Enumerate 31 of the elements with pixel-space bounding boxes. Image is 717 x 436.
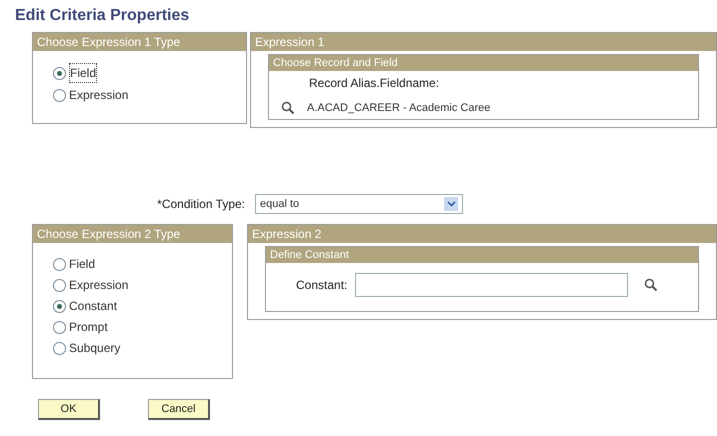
search-icon[interactable] bbox=[644, 278, 658, 292]
radio-label: Constant bbox=[69, 298, 118, 315]
constant-input[interactable] bbox=[355, 273, 628, 297]
radio-button[interactable] bbox=[53, 278, 66, 292]
radio-button[interactable] bbox=[53, 300, 66, 312]
field-value: A.ACAD_CAREER - Academic Caree bbox=[307, 101, 490, 116]
field-label: Record Alias.Fieldname: bbox=[308, 75, 440, 92]
radio-button[interactable] bbox=[53, 66, 66, 80]
dialog-button[interactable]: OK bbox=[38, 399, 100, 420]
dialog-button[interactable]: Cancel bbox=[148, 399, 210, 420]
radio-label: Prompt bbox=[69, 319, 108, 336]
group-header: Choose Expression 1 Type bbox=[33, 33, 246, 51]
group-header: Choose Record and Field bbox=[269, 55, 698, 71]
group-header: Expression 1 bbox=[251, 33, 716, 51]
radio-label: Field bbox=[69, 256, 96, 273]
radio-label: Expression bbox=[69, 277, 128, 294]
radio-label: Expression bbox=[69, 87, 128, 104]
radio-label: Subquery bbox=[69, 340, 120, 357]
page-title: Edit Criteria Properties bbox=[14, 6, 190, 26]
group-header: Expression 2 bbox=[248, 225, 716, 243]
condition-type-label: *Condition Type: bbox=[156, 196, 245, 213]
radio-label: Field bbox=[69, 63, 98, 83]
group-header: Choose Expression 2 Type bbox=[33, 225, 232, 243]
condition-type-dropdown[interactable]: equal to bbox=[255, 194, 463, 214]
radio-button[interactable] bbox=[53, 342, 66, 354]
radio-button[interactable] bbox=[53, 88, 66, 102]
constant-label: Constant: bbox=[296, 277, 348, 294]
radio-button[interactable] bbox=[53, 320, 66, 334]
group-header: Define Constant bbox=[266, 247, 698, 263]
search-icon[interactable] bbox=[281, 101, 295, 116]
radio-button[interactable] bbox=[53, 258, 66, 270]
